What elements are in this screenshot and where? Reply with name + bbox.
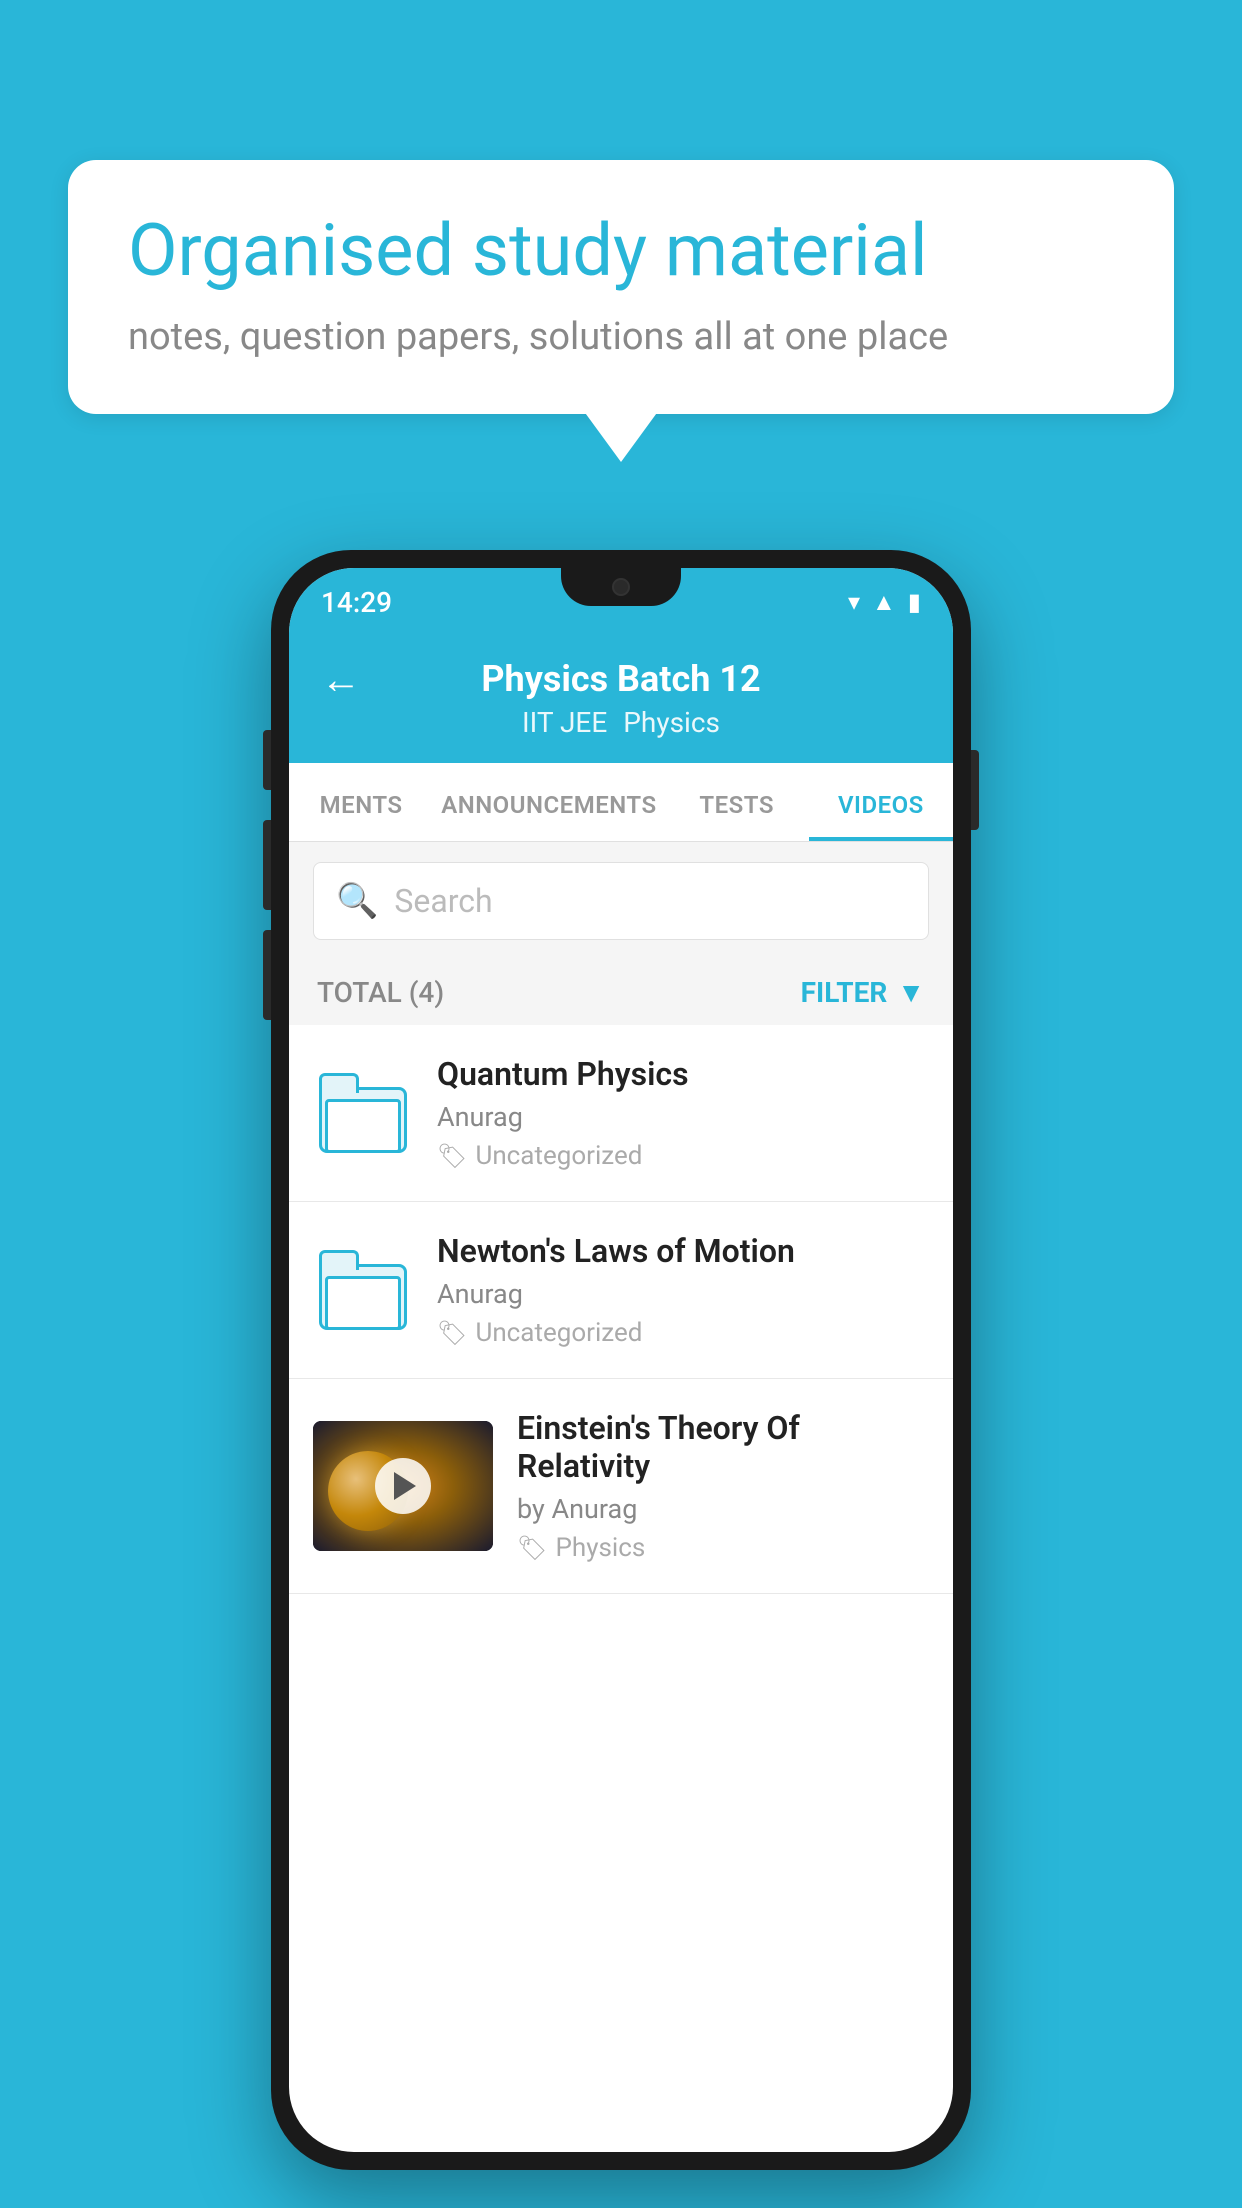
tag-icon: 🏷 bbox=[517, 1534, 547, 1562]
video-tag: 🏷 Physics bbox=[517, 1533, 929, 1563]
subtitle-iit: IIT JEE bbox=[522, 706, 607, 739]
search-icon: 🔍 bbox=[336, 881, 378, 921]
play-button[interactable] bbox=[375, 1458, 431, 1514]
speech-bubble-subtitle: notes, question papers, solutions all at… bbox=[128, 315, 1114, 359]
app-title: Physics Batch 12 bbox=[481, 658, 760, 700]
list-item[interactable]: Quantum Physics Anurag 🏷 Uncategorized bbox=[289, 1025, 953, 1202]
silent-button bbox=[263, 930, 271, 1020]
video-list: Quantum Physics Anurag 🏷 Uncategorized bbox=[289, 1025, 953, 1594]
folder-thumb bbox=[313, 1240, 413, 1340]
video-title: Einstein's Theory Of Relativity bbox=[517, 1409, 929, 1485]
signal-icon: ▲ bbox=[872, 588, 896, 617]
folder-icon bbox=[319, 1250, 407, 1330]
video-author: by Anurag bbox=[517, 1493, 929, 1525]
power-button bbox=[971, 750, 979, 830]
video-tag: 🏷 Uncategorized bbox=[437, 1318, 929, 1348]
notch bbox=[561, 568, 681, 606]
filter-label: FILTER bbox=[801, 976, 888, 1009]
tab-tests[interactable]: TESTS bbox=[665, 763, 809, 841]
tab-videos[interactable]: VIDEOS bbox=[809, 763, 953, 841]
filter-row: TOTAL (4) FILTER ▼ bbox=[289, 960, 953, 1025]
speech-bubble-title: Organised study material bbox=[128, 210, 1114, 293]
back-button[interactable]: ← bbox=[321, 656, 361, 703]
search-bar-container: 🔍 Search bbox=[289, 842, 953, 960]
video-author: Anurag bbox=[437, 1101, 929, 1133]
tag-label: Physics bbox=[555, 1533, 645, 1563]
phone-frame: 14:29 ▾ ▲ ▮ ← Physics Batch 12 IIT JEE P… bbox=[271, 550, 971, 2170]
video-title: Quantum Physics bbox=[437, 1055, 929, 1093]
tab-bar: MENTS ANNOUNCEMENTS TESTS VIDEOS bbox=[289, 763, 953, 842]
app-header: ← Physics Batch 12 IIT JEE Physics bbox=[289, 636, 953, 763]
app-subtitle: IIT JEE Physics bbox=[522, 706, 720, 739]
battery-icon: ▮ bbox=[908, 588, 921, 616]
video-author: Anurag bbox=[437, 1278, 929, 1310]
video-title: Newton's Laws of Motion bbox=[437, 1232, 929, 1270]
status-time: 14:29 bbox=[321, 586, 392, 619]
tab-announcements[interactable]: ANNOUNCEMENTS bbox=[433, 763, 664, 841]
phone-screen: 14:29 ▾ ▲ ▮ ← Physics Batch 12 IIT JEE P… bbox=[289, 568, 953, 2152]
volume-down-button bbox=[263, 820, 271, 910]
video-item-info: Newton's Laws of Motion Anurag 🏷 Uncateg… bbox=[437, 1232, 929, 1348]
tag-icon: 🏷 bbox=[437, 1142, 467, 1170]
list-item[interactable]: Einstein's Theory Of Relativity by Anura… bbox=[289, 1379, 953, 1594]
status-icons: ▾ ▲ ▮ bbox=[848, 588, 921, 617]
filter-icon: ▼ bbox=[897, 976, 925, 1009]
total-count: TOTAL (4) bbox=[317, 976, 444, 1009]
tag-label: Uncategorized bbox=[475, 1141, 642, 1171]
video-tag: 🏷 Uncategorized bbox=[437, 1141, 929, 1171]
status-bar: 14:29 ▾ ▲ ▮ bbox=[289, 568, 953, 636]
filter-button[interactable]: FILTER ▼ bbox=[801, 976, 925, 1009]
video-thumbnail bbox=[313, 1421, 493, 1551]
subtitle-physics: Physics bbox=[623, 706, 720, 739]
video-item-info: Einstein's Theory Of Relativity by Anura… bbox=[517, 1409, 929, 1563]
search-bar[interactable]: 🔍 Search bbox=[313, 862, 929, 940]
volume-up-button bbox=[263, 730, 271, 790]
wifi-icon: ▾ bbox=[848, 588, 860, 616]
tab-ments[interactable]: MENTS bbox=[289, 763, 433, 841]
folder-icon bbox=[319, 1073, 407, 1153]
header-row: ← Physics Batch 12 bbox=[321, 658, 921, 700]
speech-bubble: Organised study material notes, question… bbox=[68, 160, 1174, 414]
search-input[interactable]: Search bbox=[394, 882, 492, 920]
list-item[interactable]: Newton's Laws of Motion Anurag 🏷 Uncateg… bbox=[289, 1202, 953, 1379]
tag-label: Uncategorized bbox=[475, 1318, 642, 1348]
video-item-info: Quantum Physics Anurag 🏷 Uncategorized bbox=[437, 1055, 929, 1171]
front-camera bbox=[612, 578, 630, 596]
tag-icon: 🏷 bbox=[437, 1319, 467, 1347]
folder-thumb bbox=[313, 1063, 413, 1163]
play-icon bbox=[394, 1472, 416, 1500]
